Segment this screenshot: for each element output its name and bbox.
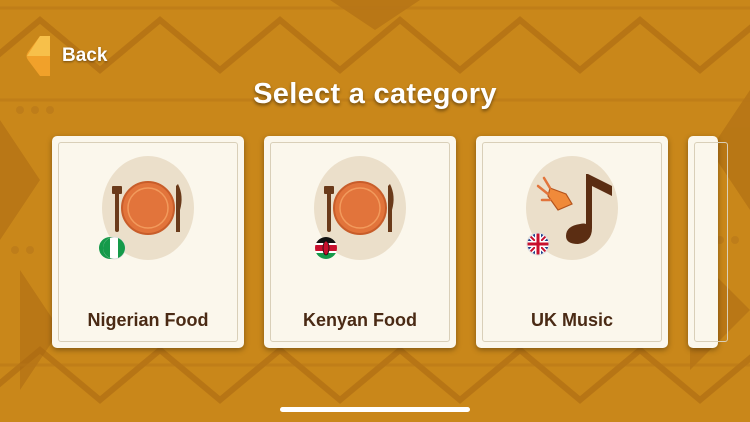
- category-card-partial[interactable]: [688, 136, 728, 348]
- card-border: [694, 142, 728, 342]
- card-label: Kenyan Food: [302, 310, 417, 330]
- back-arrow-icon: [26, 36, 50, 76]
- page-title: Select a category: [253, 78, 497, 110]
- category-card-nigerian-food[interactable]: Nigerian Food: [52, 136, 244, 348]
- category-card-uk-music[interactable]: UK Music: [476, 136, 668, 348]
- card-label: Nigerian Food: [87, 310, 209, 330]
- plate-fork-knife-icon: [314, 156, 406, 260]
- back-button[interactable]: Back: [24, 34, 124, 78]
- home-indicator: [280, 407, 470, 412]
- category-card-kenyan-food[interactable]: Kenyan Food: [264, 136, 456, 348]
- card-label: UK Music: [530, 310, 613, 330]
- nigeria-flag-icon: [99, 236, 126, 260]
- back-label: Back: [62, 45, 108, 66]
- plate-fork-knife-icon: [99, 156, 194, 260]
- music-note-horn-icon: [526, 156, 618, 260]
